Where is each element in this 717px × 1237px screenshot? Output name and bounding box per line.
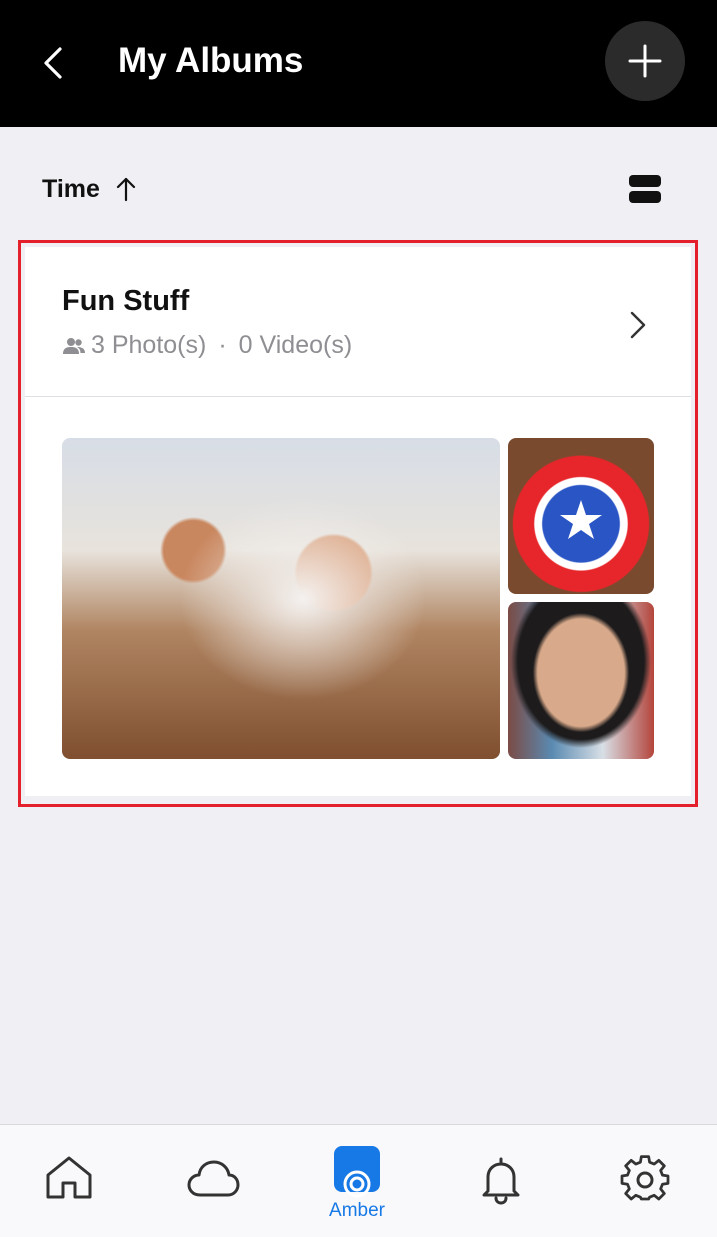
meta-separator: · <box>218 331 227 359</box>
view-toggle-button[interactable] <box>624 171 666 207</box>
sort-bar: Time <box>0 127 717 240</box>
tab-home[interactable] <box>19 1125 119 1237</box>
cloud-icon <box>187 1160 240 1197</box>
add-album-button[interactable] <box>605 21 685 101</box>
list-view-icon <box>629 175 661 187</box>
tab-settings[interactable] <box>595 1125 695 1237</box>
photo-mother-and-child[interactable] <box>62 438 500 759</box>
tab-amber-label: Amber <box>329 1200 385 1221</box>
arrow-up-icon <box>116 177 136 202</box>
sort-label: Time <box>42 174 100 203</box>
sort-by-time-button[interactable]: Time <box>42 169 136 209</box>
video-count: 0 Video(s) <box>238 331 353 359</box>
album-card[interactable]: Fun Stuff 3 Photo(s) · 0 Video(s) <box>18 240 698 807</box>
album-thumbnails <box>62 438 656 759</box>
album-name: Fun Stuff <box>62 285 190 317</box>
tab-cloud[interactable] <box>163 1125 263 1237</box>
bell-icon <box>482 1157 520 1205</box>
people-icon <box>63 337 85 354</box>
chevron-right-icon[interactable] <box>625 307 651 343</box>
album-card-body: Fun Stuff 3 Photo(s) · 0 Video(s) <box>25 247 691 796</box>
photo-painted-lips[interactable] <box>508 438 654 594</box>
gear-icon <box>620 1155 670 1201</box>
tab-amber[interactable]: Amber <box>307 1125 407 1237</box>
plus-icon <box>628 44 662 78</box>
chevron-left-icon <box>44 47 62 79</box>
app-header: My Albums <box>0 0 717 127</box>
album-meta: 3 Photo(s) · 0 Video(s) <box>63 331 352 360</box>
back-button[interactable] <box>28 38 78 88</box>
bottom-tab-bar: Amber <box>0 1124 717 1237</box>
album-header-row[interactable]: Fun Stuff 3 Photo(s) · 0 Video(s) <box>25 247 691 397</box>
star-shape <box>560 500 602 539</box>
photo-count: 3 Photo(s) <box>91 331 207 359</box>
home-icon <box>46 1156 92 1199</box>
amber-icon <box>334 1146 380 1198</box>
page-title: My Albums <box>118 41 304 80</box>
tab-notifications[interactable] <box>451 1125 551 1237</box>
photo-young-girl[interactable] <box>508 602 654 759</box>
